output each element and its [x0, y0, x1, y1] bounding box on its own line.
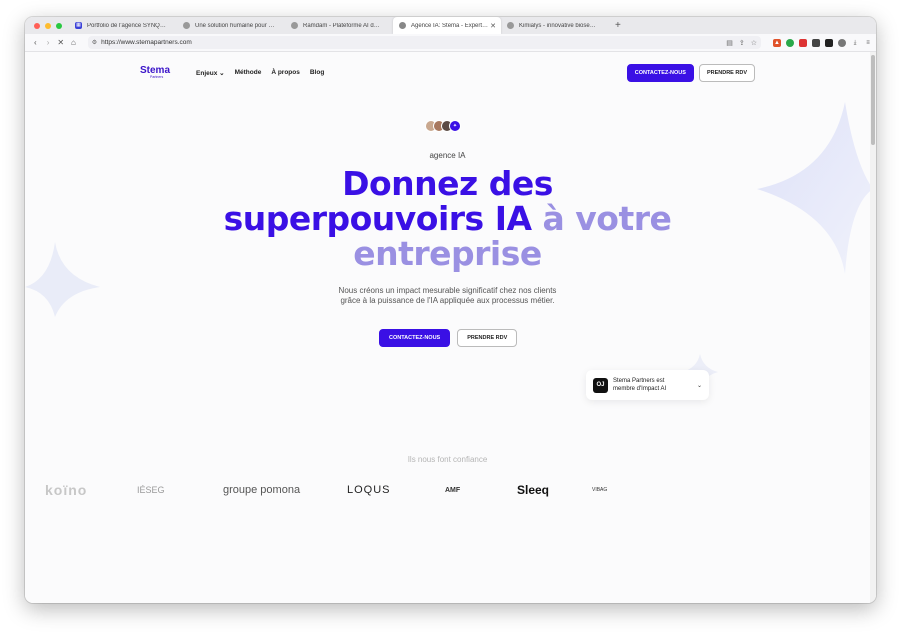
tab-ramdam[interactable]: Ramdam - Plateforme AI de vidéo	[285, 17, 393, 34]
impact-line-1: Stema Partners est	[613, 378, 665, 384]
menu-item-label: Enjeux	[196, 70, 218, 77]
tab-stema[interactable]: Agence IA: Stema - Experts en ✕	[393, 17, 501, 34]
client-logo-sleeq: Sleeq	[517, 483, 550, 497]
new-tab-icon[interactable]: +	[609, 20, 621, 31]
bookmark-icon[interactable]: ☆	[751, 39, 757, 47]
chevron-down-icon[interactable]: ⌄	[697, 382, 702, 389]
chevron-down-icon: ⌄	[219, 70, 225, 77]
globe-favicon-icon	[507, 22, 514, 29]
zoom-window-button[interactable]	[56, 22, 62, 29]
headline-line-1: Donnez des	[342, 164, 553, 203]
site-settings-icon[interactable]: ⚙	[92, 39, 97, 46]
team-avatars: ✦	[425, 120, 461, 132]
page-scrollbar[interactable]	[870, 52, 876, 603]
hero-headline: Donnez des superpouvoirs IA à votre entr…	[25, 166, 870, 271]
main-menu: Enjeux ⌄ Méthode À propos Blog	[196, 69, 324, 77]
client-logo-pomona: groupe pomona	[223, 484, 301, 496]
client-logo-amf: AMF	[445, 486, 461, 494]
extension-dark-icon[interactable]	[812, 38, 821, 47]
scrollbar-thumb[interactable]	[871, 55, 875, 145]
tab-kimialys[interactable]: Kimialys - innovative biosensing s	[501, 17, 609, 34]
header-ctas: CONTACTEZ-NOUS PRENDRE RDV	[626, 64, 755, 82]
tab-title: Ramdam - Plateforme AI de vidéo	[303, 22, 383, 29]
synqro-favicon-icon: ▦	[75, 22, 82, 29]
client-logo-loqus: LOQUS	[347, 484, 391, 496]
header-contact-button[interactable]: CONTACTEZ-NOUS	[626, 64, 694, 82]
header-rdv-button[interactable]: PRENDRE RDV	[698, 64, 755, 82]
download-icon[interactable]: ⤓	[851, 39, 859, 47]
stop-icon[interactable]: ✕	[54, 38, 67, 47]
headline-line-2-light: à votre	[542, 199, 672, 238]
hero-rdv-button[interactable]: PRENDRE RDV	[457, 329, 518, 347]
tab-solution-humaine[interactable]: Une solution humaine pour dévelo	[177, 17, 285, 34]
tab-title: Kimialys - innovative biosensing s	[519, 22, 599, 29]
tab-bar: ▦ Portfolio de l'agence SYNQRO Une solut…	[25, 17, 876, 34]
brave-shield-icon[interactable]: ▲	[773, 38, 782, 47]
impact-ai-logo: OJ	[593, 377, 608, 393]
stema-favicon-icon	[399, 22, 406, 29]
sparkle-icon: ✦	[449, 120, 461, 132]
hero-ctas: CONTACTEZ-NOUS PRENDRE RDV	[379, 329, 518, 347]
web-page: Stema Partners Enjeux ⌄ Méthode À propos…	[25, 52, 870, 603]
stema-logo[interactable]: Stema Partners	[140, 66, 170, 80]
hero-subtitle: Nous créons un impact mesurable signific…	[25, 286, 870, 306]
hero-contact-button[interactable]: CONTACTEZ-NOUS	[379, 329, 451, 347]
forward-icon[interactable]: ›	[42, 38, 55, 47]
browser-window: ▦ Portfolio de l'agence SYNQRO Une solut…	[25, 17, 876, 603]
menu-item-enjeux[interactable]: Enjeux ⌄	[196, 69, 225, 77]
impact-line-2: membre d'Impact AI	[613, 386, 667, 392]
hero-eyebrow: agence IA	[429, 151, 466, 160]
extension-green-icon[interactable]	[786, 38, 795, 47]
tab-title: Une solution humaine pour dévelo	[195, 22, 275, 29]
client-logo-koino: koïno	[45, 482, 88, 498]
subtitle-line-1: Nous créons un impact mesurable signific…	[338, 286, 557, 295]
home-icon[interactable]: ⌂	[67, 38, 80, 47]
client-logos: koïno IÉSEG groupe pomona LOQUS AMF Slee…	[45, 480, 615, 502]
headline-line-3: entreprise	[353, 234, 542, 273]
menu-item-methode[interactable]: Méthode	[235, 69, 262, 77]
impact-ai-text: Stema Partners est membre d'Impact AI	[613, 377, 692, 393]
headline-line-2-dark: superpouvoirs IA	[223, 199, 532, 238]
extensions-area: ▲ ⤓ ≡	[773, 38, 872, 47]
site-header: Stema Partners Enjeux ⌄ Méthode À propos…	[140, 63, 755, 83]
trust-heading: Ils nous font confiance	[407, 455, 488, 464]
ramdam-favicon-icon	[291, 22, 298, 29]
tab-synqro[interactable]: ▦ Portfolio de l'agence SYNQRO	[69, 17, 177, 34]
extension-chat-icon[interactable]	[838, 38, 847, 47]
minimize-window-button[interactable]	[45, 22, 51, 29]
tab-title: Agence IA: Stema - Experts en	[411, 22, 491, 29]
window-controls	[25, 22, 69, 29]
menu-item-a-propos[interactable]: À propos	[271, 69, 300, 77]
address-bar[interactable]: ⚙ https://www.stemapartners.com ▤ ⇪ ☆	[87, 36, 762, 49]
client-logo-ieseg: IÉSEG	[137, 485, 165, 495]
url-text: https://www.stemapartners.com	[101, 39, 192, 46]
menu-item-blog[interactable]: Blog	[310, 69, 324, 77]
close-window-button[interactable]	[34, 22, 40, 29]
subtitle-line-2: grâce à la puissance de l'IA appliquée a…	[340, 296, 555, 305]
close-tab-icon[interactable]: ✕	[490, 22, 496, 30]
impact-ai-badge[interactable]: OJ Stema Partners est membre d'Impact AI…	[586, 370, 709, 400]
share-icon[interactable]: ⇪	[739, 39, 745, 47]
extension-red-icon[interactable]	[799, 38, 808, 47]
client-logo-vibag: VIBAG	[592, 487, 608, 493]
extension-notion-icon[interactable]	[825, 38, 834, 47]
logo-subtitle: Partners	[150, 75, 164, 80]
back-icon[interactable]: ‹	[29, 38, 42, 47]
menu-icon[interactable]: ≡	[864, 39, 872, 47]
reader-mode-icon[interactable]: ▤	[726, 39, 733, 47]
globe-favicon-icon	[183, 22, 190, 29]
browser-toolbar: ‹ › ✕ ⌂ ⚙ https://www.stemapartners.com …	[25, 34, 876, 52]
tab-title: Portfolio de l'agence SYNQRO	[87, 22, 167, 29]
